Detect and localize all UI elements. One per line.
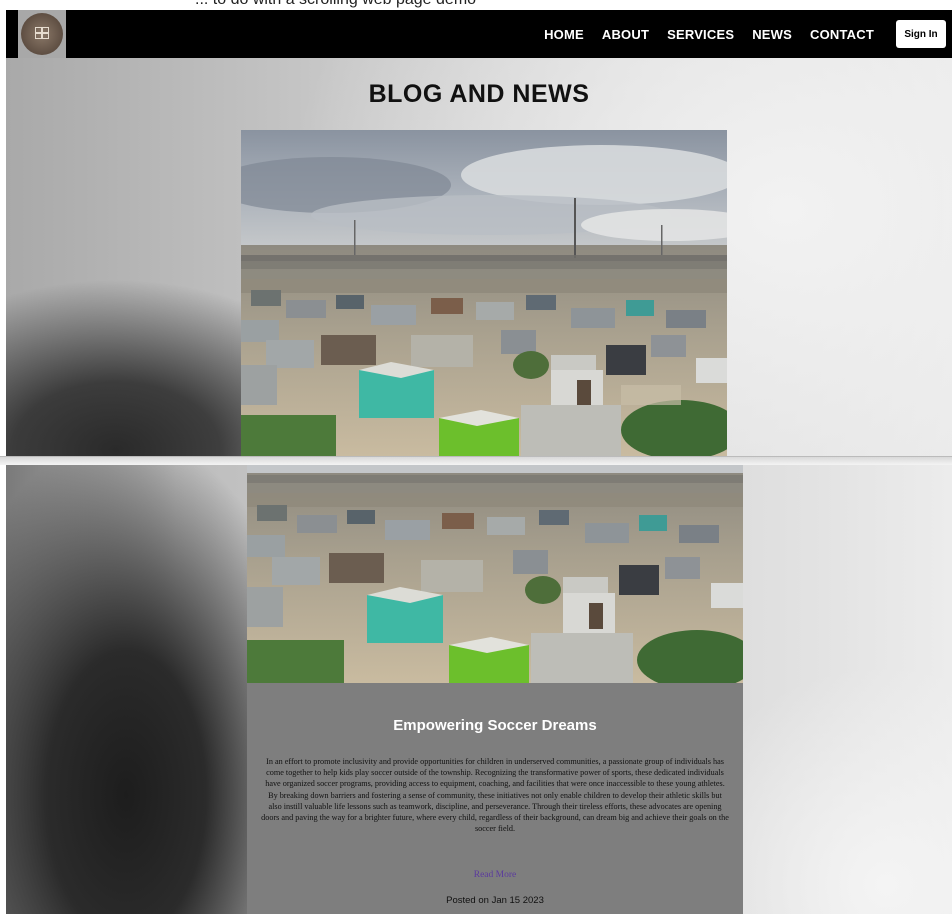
screenshot-bottom: Empowering Soccer Dreams In an effort to… bbox=[6, 465, 952, 914]
post-image bbox=[241, 130, 727, 456]
nav-services[interactable]: SERVICES bbox=[667, 27, 734, 42]
read-more-link[interactable]: Read More bbox=[247, 870, 743, 880]
caption-strip: ... to do with a scrolling web page demo bbox=[0, 0, 952, 10]
nav-contact[interactable]: CONTACT bbox=[810, 27, 874, 42]
township-photo-scrolled bbox=[247, 465, 743, 683]
post-date: Posted on Jan 15 2023 bbox=[446, 895, 544, 906]
site-logo[interactable] bbox=[18, 10, 66, 58]
nav-home[interactable]: HOME bbox=[544, 27, 584, 42]
blog-post-card: Empowering Soccer Dreams In an effort to… bbox=[247, 683, 743, 914]
nav-about[interactable]: ABOUT bbox=[602, 27, 649, 42]
nav-news[interactable]: NEWS bbox=[752, 27, 792, 42]
sign-in-button[interactable]: Sign In bbox=[896, 20, 946, 48]
page-title: BLOG AND NEWS bbox=[368, 80, 590, 108]
post-body: In an effort to promote inclusivity and … bbox=[261, 757, 729, 834]
logo-emblem bbox=[21, 13, 63, 55]
screenshot-divider bbox=[0, 456, 952, 465]
logo-icon bbox=[35, 27, 49, 39]
caption-text: ... to do with a scrolling web page demo bbox=[195, 0, 476, 9]
nav-links: HOME ABOUT SERVICES NEWS CONTACT bbox=[526, 10, 874, 58]
post-image-scrolled bbox=[247, 465, 743, 683]
township-photo bbox=[241, 130, 727, 456]
screenshot-top: HOME ABOUT SERVICES NEWS CONTACT Sign In… bbox=[6, 10, 952, 456]
navbar: HOME ABOUT SERVICES NEWS CONTACT Sign In bbox=[6, 10, 952, 58]
post-title: Empowering Soccer Dreams bbox=[393, 717, 597, 734]
